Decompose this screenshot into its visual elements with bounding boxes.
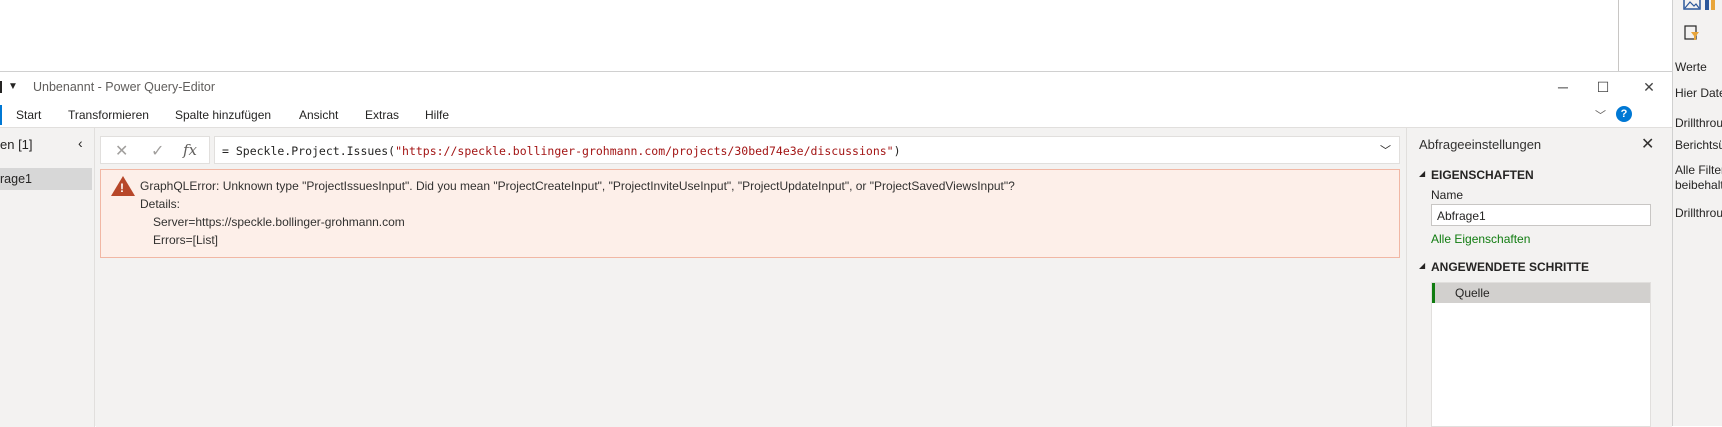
help-icon[interactable]: ? bbox=[1616, 106, 1632, 122]
tab-hilfe[interactable]: Hilfe bbox=[425, 108, 449, 122]
applied-steps-list: Quelle bbox=[1431, 282, 1651, 427]
background-canvas bbox=[0, 0, 1618, 72]
error-details-label: Details: bbox=[140, 197, 181, 211]
tab-spalte-hinzufuegen[interactable]: Spalte hinzufügen bbox=[175, 108, 271, 122]
bg-pane-label: beibehalten bbox=[1675, 178, 1722, 192]
query-name-input[interactable]: Abfrage1 bbox=[1431, 204, 1651, 226]
quick-access-dropdown-icon[interactable]: ▼ bbox=[8, 81, 18, 92]
bg-pane-label: Berichtsübe bbox=[1675, 138, 1722, 152]
error-message: GraphQLError: Unknown type "ProjectIssue… bbox=[140, 179, 1015, 193]
error-server: Server=https://speckle.bollinger-grohman… bbox=[153, 215, 405, 229]
properties-header: EIGENSCHAFTEN bbox=[1431, 168, 1534, 182]
formula-prefix: = Speckle.Project.Issues( bbox=[222, 144, 396, 158]
query-settings-pane: Abfrageeinstellungen ✕ ◢ EIGENSCHAFTEN N… bbox=[1406, 128, 1672, 427]
all-properties-link[interactable]: Alle Eigenschaften bbox=[1431, 232, 1530, 246]
image-icon[interactable] bbox=[1683, 0, 1701, 12]
maximize-button[interactable]: ☐ bbox=[1588, 76, 1618, 98]
data-preview-area bbox=[96, 258, 1406, 427]
warning-icon bbox=[111, 176, 135, 196]
bg-pane-label: Drillthroug bbox=[1675, 116, 1722, 130]
collapse-triangle-icon[interactable]: ◢ bbox=[1419, 261, 1425, 270]
applied-step-label: Quelle bbox=[1455, 286, 1490, 300]
applied-steps-header: ANGEWENDETE SCHRITTE bbox=[1431, 260, 1590, 274]
background-divider bbox=[1618, 0, 1619, 72]
formula-bar-input[interactable]: = Speckle.Project.Issues("https://speckl… bbox=[214, 136, 1400, 164]
queries-pane-header: en [1] bbox=[0, 137, 33, 152]
active-tab-indicator bbox=[0, 105, 2, 125]
collapse-triangle-icon[interactable]: ◢ bbox=[1419, 169, 1425, 178]
power-query-window: ▼ Unbenannt - Power Query-Editor ─ ☐ ✕ S… bbox=[0, 71, 1672, 427]
minimize-button[interactable]: ─ bbox=[1548, 76, 1578, 98]
bg-pane-label: Hier Daten bbox=[1675, 86, 1722, 100]
title-bar: ▼ Unbenannt - Power Query-Editor ─ ☐ ✕ bbox=[0, 72, 1672, 102]
tab-extras[interactable]: Extras bbox=[365, 108, 399, 122]
filter-icon[interactable] bbox=[1683, 24, 1701, 42]
bg-pane-label: Alle Filter bbox=[1675, 163, 1722, 177]
query-list-item[interactable]: rage1 bbox=[0, 168, 92, 190]
formula-argument: "https://speckle.bollinger-grohmann.com/… bbox=[395, 144, 894, 158]
window-title: Unbenannt - Power Query-Editor bbox=[33, 80, 216, 94]
function-fx-icon[interactable]: fx bbox=[183, 141, 197, 159]
tab-transformieren[interactable]: Transformieren bbox=[68, 108, 149, 122]
background-visualizations-pane: Werte Hier Daten Drillthroug Berichtsübe… bbox=[1672, 0, 1722, 426]
commit-check-icon[interactable]: ✓ bbox=[151, 141, 164, 161]
formula-expand-chevron-icon[interactable]: ﹀ bbox=[1380, 142, 1391, 158]
queries-pane: en [1] ‹ rage1 bbox=[0, 128, 95, 427]
formula-bar-buttons: ✕ ✓ fx bbox=[100, 136, 210, 164]
tab-start[interactable]: Start bbox=[16, 108, 41, 122]
collapse-pane-chevron-icon[interactable]: ‹ bbox=[78, 135, 83, 151]
ribbon-expand-chevron-icon[interactable]: ﹀ bbox=[1595, 107, 1606, 123]
tab-ansicht[interactable]: Ansicht bbox=[299, 108, 338, 122]
chart-icon[interactable] bbox=[1703, 0, 1721, 12]
bg-pane-label: Drillthroug bbox=[1675, 206, 1722, 220]
formula-suffix: ) bbox=[893, 144, 901, 158]
applied-step-item[interactable]: Quelle bbox=[1432, 283, 1650, 303]
query-settings-title: Abfrageeinstellungen bbox=[1419, 137, 1542, 152]
error-message-box: GraphQLError: Unknown type "ProjectIssue… bbox=[100, 169, 1400, 258]
bg-pane-label: Werte bbox=[1675, 60, 1707, 74]
cancel-icon[interactable]: ✕ bbox=[115, 141, 128, 161]
close-settings-icon[interactable]: ✕ bbox=[1641, 134, 1654, 154]
name-label: Name bbox=[1431, 188, 1464, 202]
ribbon-tabs: Start Transformieren Spalte hinzufügen A… bbox=[0, 102, 1672, 128]
error-list: Errors=[List] bbox=[153, 233, 219, 247]
quick-access-separator bbox=[0, 81, 2, 93]
close-button[interactable]: ✕ bbox=[1634, 76, 1664, 98]
